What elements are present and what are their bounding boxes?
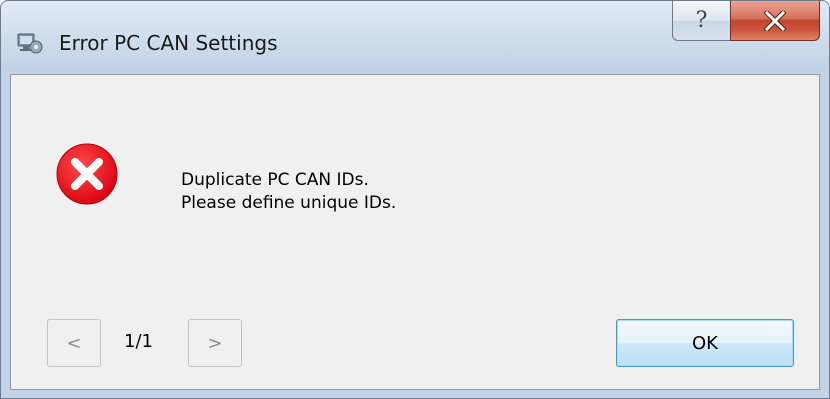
error-dialog-window: Error PC CAN Settings ? Duplicate PC CAN…	[0, 0, 830, 399]
close-x-icon	[764, 10, 786, 31]
pc-settings-icon	[17, 31, 43, 55]
error-circle-x-icon	[55, 142, 119, 206]
caption-buttons: ?	[672, 1, 820, 45]
error-message: Duplicate PC CAN IDs. Please define uniq…	[181, 169, 396, 215]
page-counter: 1/1	[124, 331, 153, 352]
next-button[interactable]: >	[188, 319, 242, 367]
question-mark-icon: ?	[695, 7, 708, 33]
help-button[interactable]: ?	[672, 1, 730, 41]
title-bar[interactable]: Error PC CAN Settings ?	[1, 1, 829, 73]
message-line-1: Duplicate PC CAN IDs.	[181, 170, 369, 190]
window-title: Error PC CAN Settings	[59, 31, 278, 55]
dialog-body: Duplicate PC CAN IDs. Please define uniq…	[10, 74, 820, 390]
ok-button[interactable]: OK	[616, 319, 794, 367]
previous-button[interactable]: <	[47, 319, 101, 367]
message-line-2: Please define unique IDs.	[181, 193, 397, 213]
close-button[interactable]	[730, 1, 820, 41]
